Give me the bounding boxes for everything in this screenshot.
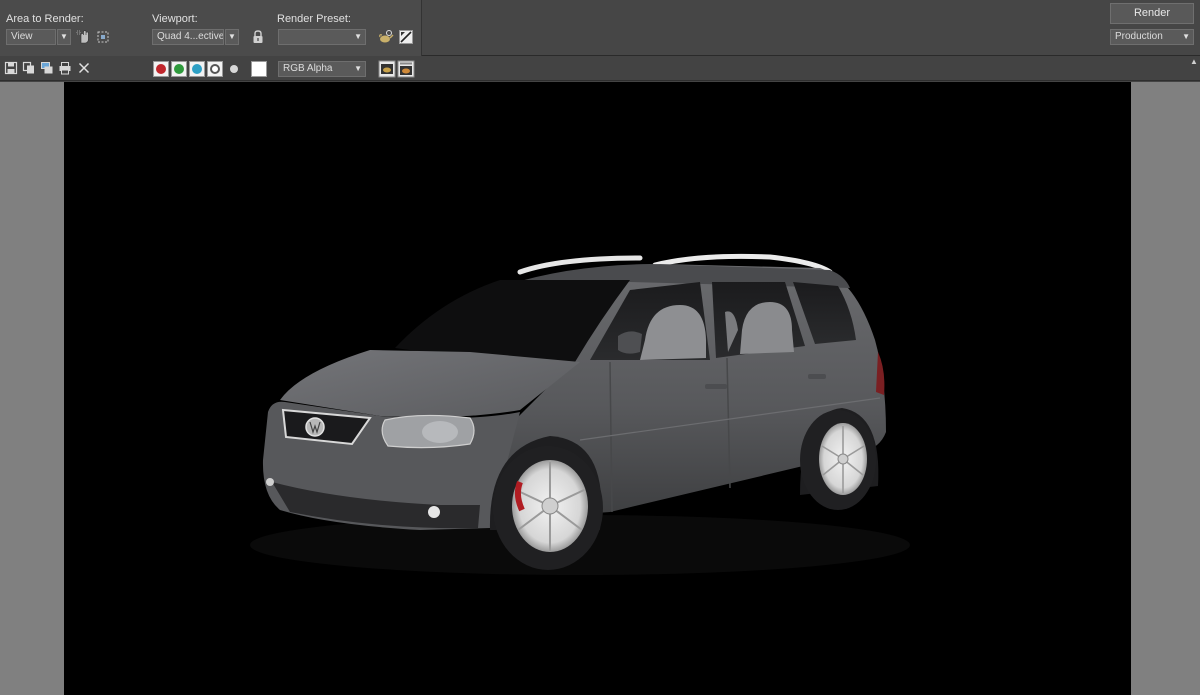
copy-icon[interactable] [22, 61, 36, 75]
render-preset-label: Render Preset: [277, 13, 351, 25]
frame-window-icon[interactable] [378, 60, 396, 78]
area-dropdown-arrow[interactable]: ▼ [57, 29, 71, 45]
close-icon[interactable] [77, 61, 91, 75]
clone-window-icon[interactable] [40, 61, 54, 75]
area-to-render-label: Area to Render: [6, 13, 84, 25]
region-select-icon[interactable] [76, 29, 92, 45]
chevron-down-icon: ▼ [354, 32, 362, 41]
lock-icon[interactable] [251, 29, 265, 45]
blue-channel-icon [192, 64, 202, 74]
render-frame-toolbar: Area to Render: View ▼ Viewport: Quad 4.… [0, 0, 1200, 56]
frame-buffer-toolbar: RGB Alpha ▼ ▲ [0, 56, 1200, 81]
crop-icon[interactable] [95, 29, 111, 45]
environment-icon[interactable] [398, 29, 414, 45]
green-channel-toggle[interactable] [171, 61, 187, 77]
render-button[interactable]: Render [1110, 3, 1194, 24]
red-channel-icon [156, 64, 166, 74]
car-render-image [250, 253, 910, 575]
production-value: Production [1115, 31, 1163, 42]
area-to-render-dropdown[interactable]: View [6, 29, 56, 45]
monochrome-icon[interactable] [229, 64, 239, 74]
render-settings-panel: Area to Render: View ▼ Viewport: Quad 4.… [0, 0, 422, 56]
production-dropdown[interactable]: Production ▼ [1110, 29, 1194, 45]
color-swatch[interactable] [251, 61, 267, 77]
blue-channel-toggle[interactable] [189, 61, 205, 77]
viewport-label: Viewport: [152, 13, 198, 25]
red-channel-toggle[interactable] [153, 61, 169, 77]
print-icon[interactable] [58, 61, 72, 75]
alpha-channel-toggle[interactable] [207, 61, 223, 77]
alpha-channel-icon [210, 64, 220, 74]
area-to-render-value: View [11, 31, 33, 42]
render-frame-icon[interactable] [397, 60, 415, 78]
save-icon[interactable] [4, 61, 18, 75]
chevron-down-icon: ▼ [1182, 32, 1190, 41]
render-setup-icon[interactable] [378, 29, 394, 45]
channel-display-value: RGB Alpha [283, 63, 333, 74]
channel-display-dropdown[interactable]: RGB Alpha ▼ [278, 61, 366, 77]
viewport-dropdown-arrow[interactable]: ▼ [225, 29, 239, 45]
rendered-image [64, 82, 1131, 695]
scroll-up-icon[interactable]: ▲ [1188, 56, 1200, 68]
viewport-dropdown[interactable]: Quad 4...ective [152, 29, 224, 45]
render-preset-dropdown[interactable]: ▼ [278, 29, 366, 45]
viewport-value: Quad 4...ective [157, 31, 224, 42]
green-channel-icon [174, 64, 184, 74]
chevron-down-icon: ▼ [354, 64, 362, 73]
